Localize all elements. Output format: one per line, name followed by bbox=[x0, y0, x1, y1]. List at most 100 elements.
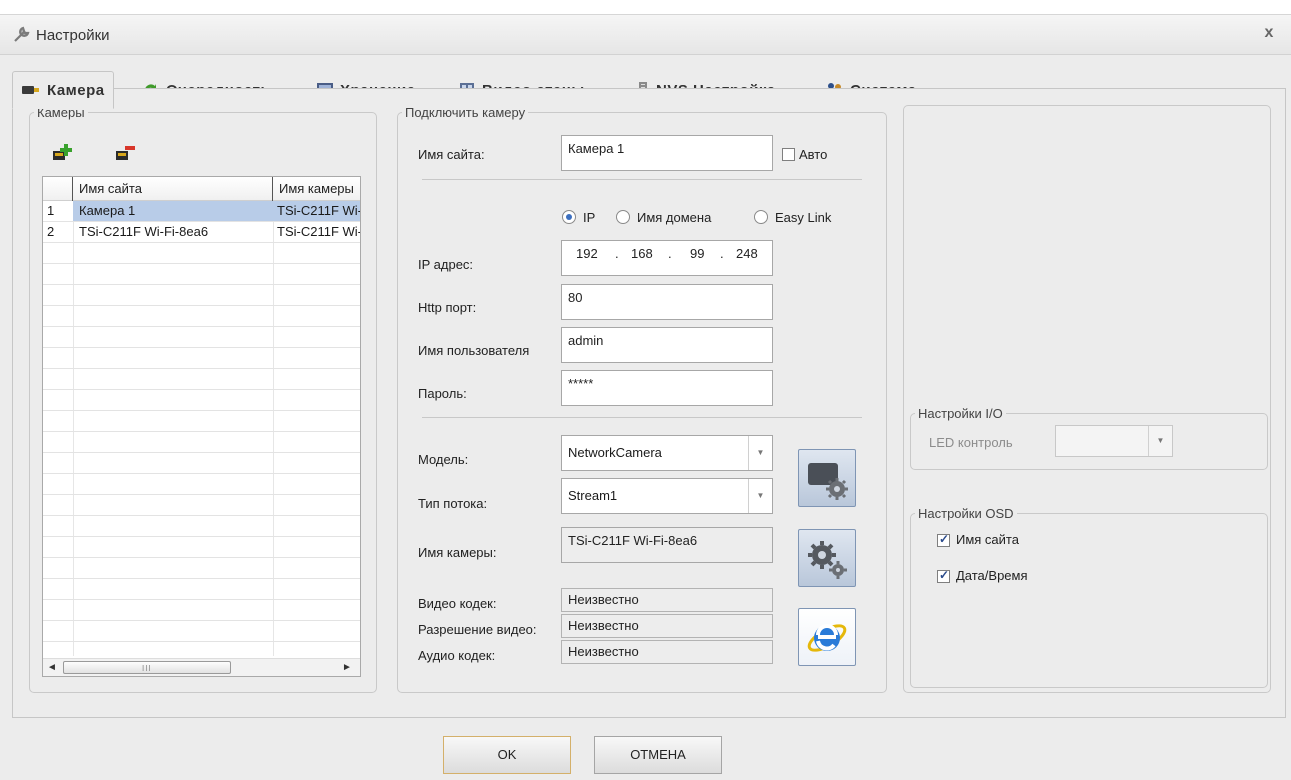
mode-easylink-label: Easy Link bbox=[775, 210, 832, 225]
camera-name-field[interactable]: TSi-C211F Wi-Fi-8ea6 bbox=[561, 527, 773, 563]
video-codec-value: Неизвестно bbox=[561, 588, 773, 612]
cameras-group: Камеры Имя сайта Имя камеры 1 Камера 1 T… bbox=[29, 105, 377, 693]
ip-dot: . bbox=[615, 246, 619, 261]
username-field[interactable]: admin bbox=[561, 327, 773, 363]
connect-camera-group: Подключить камеру Имя сайта: Камера 1 Ав… bbox=[397, 105, 887, 693]
row-camera-name: TSi-C211F Wi-Fi-8ea6 bbox=[277, 224, 360, 239]
mode-ip-radio[interactable] bbox=[562, 210, 576, 224]
connect-camera-legend: Подключить камеру bbox=[405, 105, 526, 120]
tab-camera[interactable]: Камера bbox=[12, 71, 114, 109]
row-number: 2 bbox=[47, 224, 55, 239]
right-settings-panel: Настройки I/O LED контроль ▼ Настройки O… bbox=[903, 105, 1271, 693]
model-label: Модель: bbox=[418, 452, 469, 467]
empty-row bbox=[43, 558, 360, 579]
empty-row bbox=[43, 432, 360, 453]
io-settings-legend: Настройки I/O bbox=[918, 406, 1003, 421]
camera-icon bbox=[22, 86, 39, 94]
ip-octet-1: 192 bbox=[576, 246, 598, 261]
table-row[interactable]: 2 TSi-C211F Wi-Fi-8ea6 TSi-C211F Wi-Fi-8… bbox=[43, 222, 360, 243]
column-header-camera-name[interactable]: Имя камеры bbox=[273, 177, 360, 201]
led-control-label: LED контроль bbox=[929, 435, 1013, 450]
empty-row bbox=[43, 327, 360, 348]
password-label: Пароль: bbox=[418, 386, 467, 401]
empty-row bbox=[43, 264, 360, 285]
table-header: Имя сайта Имя камеры bbox=[43, 177, 360, 201]
camera-name-label: Имя камеры: bbox=[418, 545, 497, 560]
password-field[interactable]: ***** bbox=[561, 370, 773, 406]
ip-dot: . bbox=[668, 246, 672, 261]
empty-row bbox=[43, 600, 360, 621]
empty-row bbox=[43, 369, 360, 390]
close-button[interactable]: x bbox=[1259, 23, 1279, 43]
led-control-select[interactable]: ▼ bbox=[1055, 425, 1173, 457]
stream-type-select[interactable]: Stream1 ▼ bbox=[561, 478, 773, 514]
auto-checkbox[interactable] bbox=[782, 148, 795, 161]
empty-row bbox=[43, 306, 360, 327]
mode-ip-label: IP bbox=[583, 210, 596, 225]
camera-gear-icon bbox=[808, 463, 848, 500]
horizontal-scrollbar[interactable]: ◄ III ► bbox=[43, 658, 360, 676]
ip-octet-2: 168 bbox=[631, 246, 653, 261]
empty-row bbox=[43, 537, 360, 558]
osd-settings-legend: Настройки OSD bbox=[918, 506, 1014, 521]
empty-row bbox=[43, 474, 360, 495]
stream-type-value: Stream1 bbox=[568, 488, 618, 503]
http-port-label: Http порт: bbox=[418, 300, 477, 315]
empty-row bbox=[43, 453, 360, 474]
camera-tab-panel: Камеры Имя сайта Имя камеры 1 Камера 1 T… bbox=[12, 88, 1286, 718]
camera-settings-button[interactable] bbox=[798, 449, 856, 507]
empty-row bbox=[43, 579, 360, 600]
osd-settings-group: Настройки OSD Имя сайта Дата/Время bbox=[910, 506, 1268, 688]
tab-label: Камера bbox=[47, 81, 105, 99]
chevron-down-icon[interactable]: ▼ bbox=[748, 479, 772, 513]
row-number: 1 bbox=[47, 203, 55, 218]
cameras-table: Имя сайта Имя камеры 1 Камера 1 TSi-C211… bbox=[42, 176, 361, 677]
osd-site-name-checkbox[interactable] bbox=[937, 532, 950, 547]
open-browser-button[interactable] bbox=[798, 608, 856, 666]
column-header-number bbox=[43, 177, 73, 201]
audio-codec-value: Неизвестно bbox=[561, 640, 773, 664]
scroll-thumb[interactable]: III bbox=[63, 661, 231, 674]
empty-row bbox=[43, 243, 360, 264]
add-camera-icon[interactable] bbox=[51, 142, 73, 164]
title-bar: Настройки x bbox=[0, 15, 1291, 55]
empty-row bbox=[43, 516, 360, 537]
empty-row bbox=[43, 348, 360, 369]
scroll-grip: III bbox=[142, 664, 152, 673]
ip-octet-3: 99 bbox=[690, 246, 705, 261]
mode-easylink-radio[interactable] bbox=[754, 210, 768, 224]
chevron-down-icon[interactable]: ▼ bbox=[748, 436, 772, 470]
mode-domain-radio[interactable] bbox=[616, 210, 630, 224]
osd-datetime-checkbox[interactable] bbox=[937, 568, 950, 583]
device-settings-button[interactable] bbox=[798, 529, 856, 587]
row-site-name: Камера 1 bbox=[73, 201, 273, 221]
ip-address-label: IP адрес: bbox=[418, 257, 474, 272]
model-value: NetworkCamera bbox=[568, 445, 662, 460]
http-port-field[interactable]: 80 bbox=[561, 284, 773, 320]
username-label: Имя пользователя bbox=[418, 343, 530, 358]
gears-icon bbox=[808, 541, 847, 579]
row-site-name: TSi-C211F Wi-Fi-8ea6 bbox=[79, 224, 209, 239]
model-select[interactable]: NetworkCamera ▼ bbox=[561, 435, 773, 471]
empty-row bbox=[43, 411, 360, 432]
row-camera-name: TSi-C211F Wi-Fi-8ea6 bbox=[273, 201, 360, 221]
video-codec-label: Видео кодек: bbox=[418, 596, 497, 611]
scroll-left-arrow-icon[interactable]: ◄ bbox=[45, 661, 59, 675]
column-header-site-name[interactable]: Имя сайта bbox=[73, 177, 273, 201]
empty-row bbox=[43, 390, 360, 411]
chevron-down-icon[interactable]: ▼ bbox=[1148, 426, 1172, 456]
auto-label: Авто bbox=[799, 147, 828, 162]
remove-camera-icon[interactable] bbox=[114, 142, 136, 164]
scroll-right-arrow-icon[interactable]: ► bbox=[340, 661, 354, 675]
window-title: Настройки bbox=[36, 27, 110, 44]
osd-datetime-label: Дата/Время bbox=[956, 568, 1028, 583]
internet-explorer-icon bbox=[807, 624, 847, 652]
ip-address-field[interactable]: 192 . 168 . 99 . 248 bbox=[561, 240, 773, 276]
mode-domain-label: Имя домена bbox=[637, 210, 712, 225]
table-row[interactable]: 1 Камера 1 TSi-C211F Wi-Fi-8ea6 bbox=[43, 201, 360, 222]
cancel-button[interactable]: ОТМЕНА bbox=[594, 736, 722, 774]
site-name-field[interactable]: Камера 1 bbox=[561, 135, 773, 171]
stream-type-label: Тип потока: bbox=[418, 496, 488, 511]
ok-button[interactable]: OK bbox=[443, 736, 571, 774]
audio-codec-label: Аудио кодек: bbox=[418, 648, 496, 663]
